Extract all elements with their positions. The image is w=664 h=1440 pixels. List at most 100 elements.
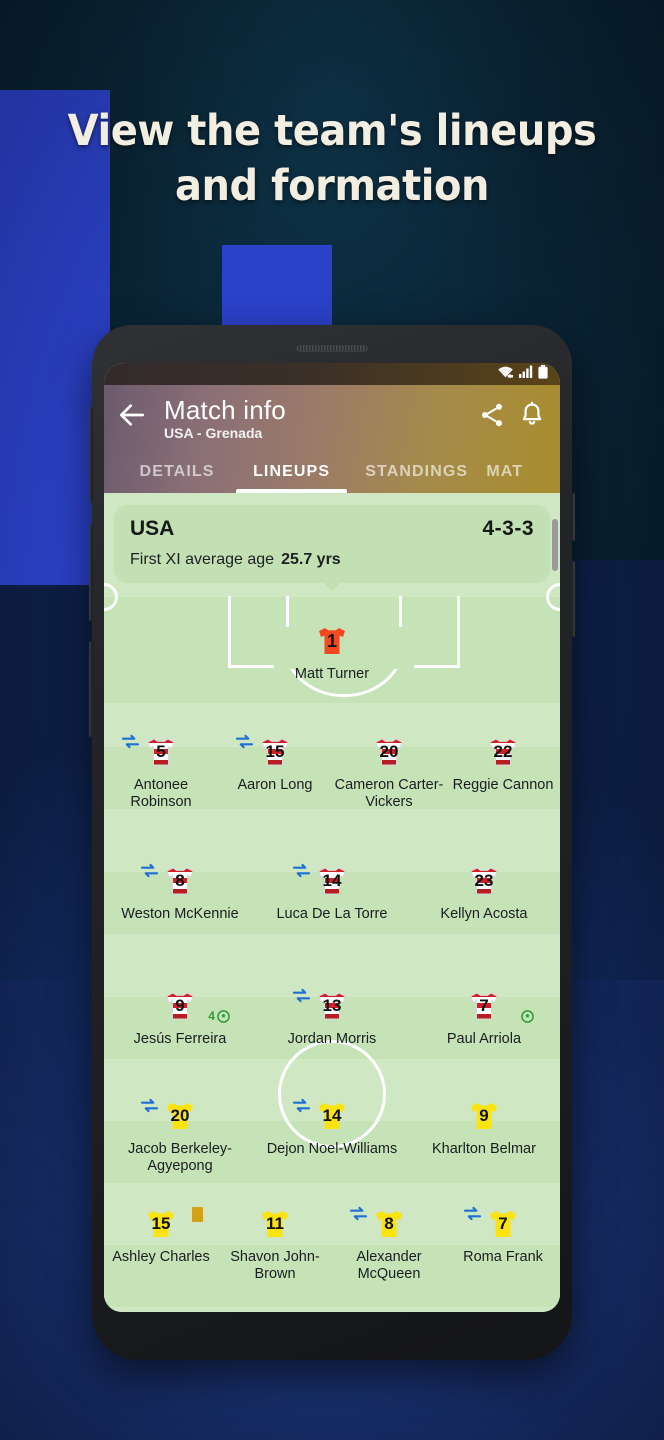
formation-label: 4-3-3	[482, 517, 534, 540]
jersey-away-icon: 14	[292, 1096, 352, 1136]
status-bar	[104, 363, 560, 385]
player-card[interactable]: 14 Luca De La Torre	[256, 859, 408, 923]
jersey-number: 23	[474, 871, 494, 890]
jersey-home-icon: 9 4	[160, 986, 230, 1026]
player-name: Shavon John-Brown	[230, 1249, 320, 1282]
substitution-icon	[292, 988, 311, 1003]
phone-volume-down-button	[89, 525, 93, 621]
player-card[interactable]: 15 Ashley Charles	[104, 1202, 218, 1283]
tab-bar: DETAILS LINEUPS STANDINGS MAT	[116, 445, 548, 493]
player-card[interactable]: 9 4 Jesús Ferreira	[104, 984, 256, 1048]
jersey-number: 8	[175, 871, 185, 890]
player-name: Kharlton Belmar	[431, 1141, 536, 1157]
player-name: Alexander McQueen	[356, 1249, 422, 1282]
goal-indicator: 4	[208, 1009, 230, 1023]
player-name: Jesús Ferreira	[133, 1031, 227, 1047]
away-midfielders-row: 15 Ashley Charles 11 Shavon John-Brown 8…	[104, 1202, 560, 1283]
team-summary-card[interactable]: USA 4-3-3 First XI average age 25.7 yrs	[114, 505, 550, 583]
player-card[interactable]: 11 Shavon John-Brown	[218, 1202, 332, 1283]
app-bar: Match info USA - Grenada DETAILS LINEUPS…	[104, 385, 560, 493]
jersey-number: 1	[326, 631, 337, 651]
player-card[interactable]: 7 Paul Arriola	[408, 984, 560, 1048]
jersey-number: 5	[156, 742, 166, 761]
promo-headline-line1: View the team's lineups	[67, 106, 597, 156]
team-name: USA	[130, 517, 175, 540]
title-block: Match info USA - Grenada	[158, 395, 468, 442]
promo-headline: View the team's lineups and formation	[23, 104, 641, 214]
page-title: Match info	[164, 395, 286, 425]
avg-age-value: 25.7 yrs	[281, 551, 341, 568]
player-name: Antonee Robinson	[130, 777, 192, 810]
notification-bell-icon[interactable]	[518, 401, 548, 431]
jersey-number: 20	[379, 742, 399, 761]
jersey-away-icon: 8	[349, 1204, 409, 1244]
jersey-number: 20	[170, 1106, 190, 1125]
player-card[interactable]: 20 Jacob Berkeley-Agyepong	[104, 1094, 256, 1175]
player-card[interactable]: 7 Roma Frank	[446, 1202, 560, 1283]
tab-details[interactable]: DETAILS	[118, 463, 236, 493]
jersey-home-icon: 15	[235, 732, 295, 772]
substitution-icon	[349, 1206, 368, 1221]
jersey-number: 9	[479, 1106, 489, 1125]
substitution-icon	[292, 863, 311, 878]
substitution-icon	[292, 1098, 311, 1113]
jersey-away-icon: 7	[463, 1204, 523, 1244]
player-name: Jordan Morris	[287, 1031, 377, 1047]
player-card[interactable]: 9 Kharlton Belmar	[408, 1094, 560, 1175]
jersey-number: 11	[266, 1214, 284, 1233]
jersey-number: 7	[498, 1214, 508, 1233]
player-name: Weston McKennie	[121, 906, 239, 922]
vertical-scrollbar[interactable]	[552, 519, 558, 571]
share-icon[interactable]	[478, 401, 508, 431]
player-card[interactable]: 20 Cameron Carter-Vickers	[332, 730, 446, 811]
phone-screen: Match info USA - Grenada DETAILS LINEUPS…	[104, 363, 560, 1312]
away-forwards-row: 20 Jacob Berkeley-Agyepong 14 Dejon Noel…	[104, 1094, 560, 1175]
jersey-away-icon: 9	[464, 1096, 504, 1136]
substitution-icon	[235, 734, 254, 749]
player-card[interactable]: 15 Aaron Long	[218, 730, 332, 811]
player-card[interactable]: 13 Jordan Morris	[256, 984, 408, 1048]
promo-headline-line2: and formation	[175, 161, 489, 212]
player-name: Luca De La Torre	[276, 906, 388, 922]
tab-matches[interactable]: MAT	[486, 463, 548, 493]
jersey-gk-icon: 1	[312, 621, 352, 661]
substitution-icon	[140, 863, 159, 878]
player-card[interactable]: 8 Alexander McQueen	[332, 1202, 446, 1283]
match-subtitle: USA - Grenada	[164, 425, 263, 441]
player-name: Aaron Long	[237, 777, 313, 793]
player-card[interactable]: 14 Dejon Noel-Williams	[256, 1094, 408, 1175]
soccer-ball-icon	[521, 1010, 534, 1023]
jersey-number: 13	[322, 996, 342, 1015]
jersey-home-icon: 13	[292, 986, 352, 1026]
player-name: Cameron Carter-Vickers	[334, 777, 444, 810]
player-card[interactable]: 8 Weston McKennie	[104, 859, 256, 923]
player-card[interactable]: 22 Reggie Cannon	[446, 730, 560, 811]
jersey-home-icon: 23	[464, 861, 504, 901]
player-card[interactable]: 1 Matt Turner	[104, 619, 560, 683]
goalkeeper-row: 1 Matt Turner	[104, 619, 560, 683]
tab-lineups[interactable]: LINEUPS	[236, 463, 348, 493]
tab-standings[interactable]: STANDINGS	[347, 463, 486, 493]
player-name: Kellyn Acosta	[440, 906, 528, 922]
jersey-number: 15	[151, 1214, 171, 1233]
soccer-ball-icon	[217, 1009, 230, 1023]
signal-bars-icon	[519, 365, 533, 383]
forwards-row: 9 4 Jesús Ferreira 13 Jordan Morris 7 Pa…	[104, 984, 560, 1048]
jersey-home-icon: 5	[121, 732, 181, 772]
player-card[interactable]: 5 Antonee Robinson	[104, 730, 218, 811]
defenders-row: 5 Antonee Robinson 15 Aaron Long 20 Came…	[104, 730, 560, 811]
back-arrow-icon[interactable]	[116, 399, 148, 431]
jersey-away-icon: 11	[255, 1204, 295, 1244]
substitution-icon	[121, 734, 140, 749]
player-card[interactable]: 23 Kellyn Acosta	[408, 859, 560, 923]
phone-side-button	[571, 561, 575, 637]
jersey-number: 15	[265, 742, 285, 761]
wifi-icon	[497, 365, 514, 384]
jersey-away-icon: 15	[141, 1204, 203, 1244]
phone-volume-up-button	[89, 407, 93, 503]
lineups-content: USA 4-3-3 First XI average age 25.7 yrs	[104, 505, 560, 1312]
player-name: Matt Turner	[294, 666, 370, 682]
jersey-number: 22	[493, 742, 513, 761]
player-name: Reggie Cannon	[452, 777, 554, 793]
substitution-icon	[140, 1098, 159, 1113]
